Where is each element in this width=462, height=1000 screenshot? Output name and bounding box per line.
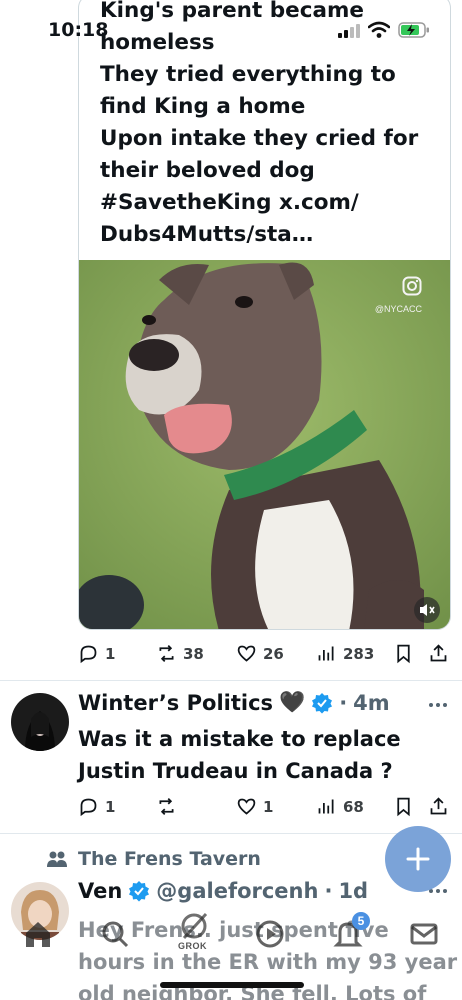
author-name[interactable]: Winter’s Politics <box>78 691 273 715</box>
reply-button[interactable]: 1 <box>78 796 115 817</box>
post-actions: 1 38 26 283 <box>78 643 451 671</box>
share-icon <box>430 644 447 662</box>
community-icon <box>47 851 67 867</box>
view-count: 68 <box>343 797 364 816</box>
avatar[interactable] <box>11 693 69 751</box>
post-header: Winter’s Politics 🖤 · 4m <box>78 690 390 715</box>
notifications-badge: 5 <box>352 912 370 930</box>
share-button[interactable] <box>428 643 449 664</box>
search-icon[interactable] <box>97 916 133 952</box>
plus-icon <box>406 847 430 871</box>
reply-count: 1 <box>105 797 116 816</box>
bookmark-button[interactable] <box>393 796 414 817</box>
views-icon <box>318 646 334 661</box>
divider <box>0 680 462 681</box>
like-count: 1 <box>263 797 274 816</box>
view-count: 283 <box>343 644 375 663</box>
dog-image <box>79 260 450 629</box>
like-button[interactable]: 1 <box>236 796 273 817</box>
share-button[interactable] <box>428 796 449 817</box>
reply-count: 1 <box>105 644 116 663</box>
post-time: 4m <box>353 690 390 715</box>
home-indicator[interactable] <box>160 982 304 988</box>
post-text: Was it a mistake to replace Justin Trude… <box>78 727 401 783</box>
repost-count: 38 <box>183 644 204 663</box>
media-watermark: @NYCACC <box>374 304 422 314</box>
status-time: 10:18 <box>48 19 109 41</box>
battery-charging-icon <box>398 22 429 38</box>
quoted-post-card[interactable]: King's parent became homeless They tried… <box>78 0 451 630</box>
bookmark-button[interactable] <box>393 643 414 664</box>
share-icon <box>430 797 447 815</box>
divider <box>0 833 462 834</box>
wifi-icon <box>368 21 390 38</box>
bookmark-icon <box>397 644 410 664</box>
like-count: 26 <box>263 644 284 663</box>
views-icon <box>318 799 334 814</box>
bottom-nav <box>0 898 462 968</box>
repost-icon <box>159 798 174 815</box>
heart-icon <box>237 645 256 662</box>
home-icon[interactable] <box>20 916 56 952</box>
grok-icon[interactable] <box>176 908 212 944</box>
repost-button[interactable] <box>156 796 183 817</box>
cellular-signal-icon <box>338 24 360 38</box>
author-emoji: 🖤 <box>279 690 306 714</box>
compose-button[interactable] <box>385 826 451 892</box>
grok-label: GROK <box>178 941 207 951</box>
instagram-icon <box>402 276 422 296</box>
heart-icon <box>237 798 256 815</box>
community-name: The Frens Tavern <box>78 848 261 870</box>
post-actions: 1 1 68 <box>78 796 451 824</box>
like-button[interactable]: 26 <box>236 643 284 664</box>
views-button[interactable]: 68 <box>316 796 364 817</box>
repost-button[interactable]: 38 <box>156 643 204 664</box>
repost-icon <box>159 645 174 662</box>
reply-icon <box>80 645 97 664</box>
reply-button[interactable]: 1 <box>78 643 115 664</box>
status-bar: 10:18 <box>0 0 462 56</box>
messages-icon[interactable] <box>406 916 442 952</box>
more-options-icon[interactable] <box>428 702 448 708</box>
speaker-muted-icon[interactable] <box>414 597 440 623</box>
video-icon[interactable] <box>252 916 288 952</box>
social-context[interactable]: The Frens Tavern <box>46 848 261 870</box>
bookmark-icon <box>397 797 410 817</box>
views-button[interactable]: 283 <box>316 643 374 664</box>
reply-icon <box>80 798 97 817</box>
verified-badge-icon <box>312 692 333 713</box>
quoted-post-video[interactable]: @NYCACC <box>79 260 450 629</box>
